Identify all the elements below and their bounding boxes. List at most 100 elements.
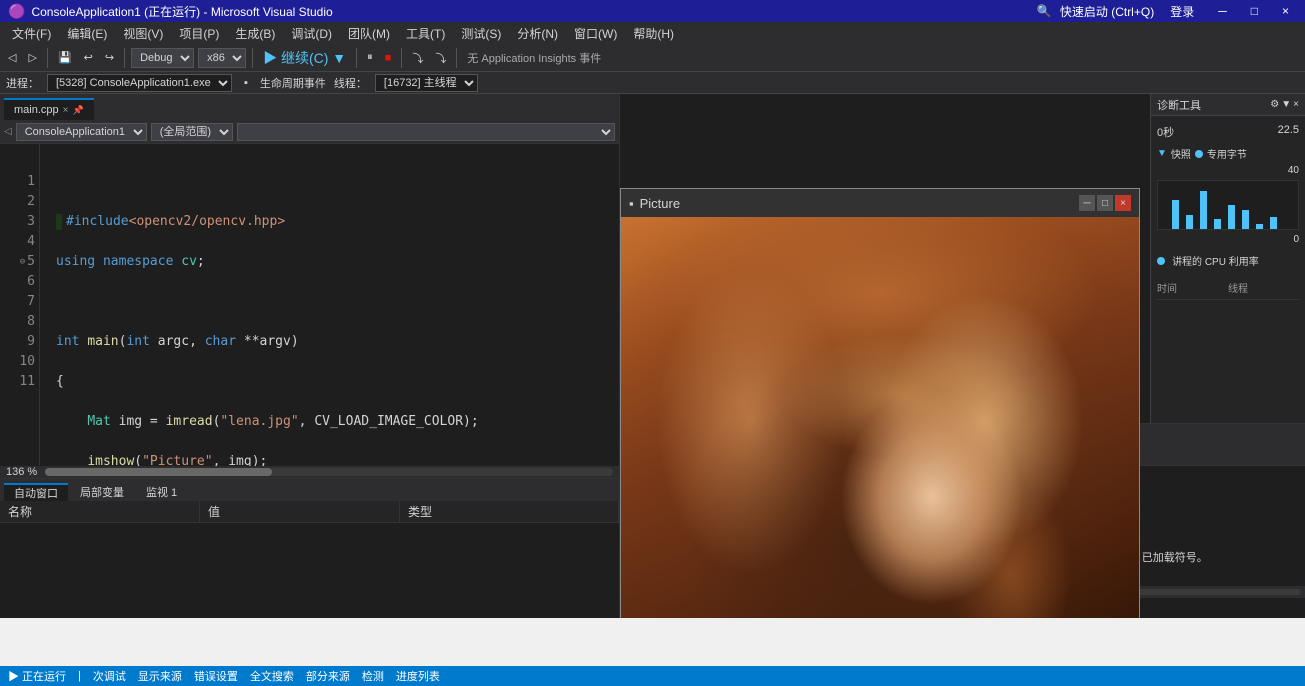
maximize-button[interactable]: □ [1243,2,1266,20]
picture-maximize-btn[interactable]: □ [1097,195,1113,211]
menu-analyze[interactable]: 分析(N) [509,23,566,44]
status-item-6[interactable]: 检测 [362,668,384,684]
diag-option1-label[interactable]: 快照 [1171,146,1191,161]
project-select[interactable]: ConsoleApplication1 [16,123,147,141]
menu-build[interactable]: 生成(B) [227,23,283,44]
diag-collapse-icon[interactable]: ▼ [1281,99,1291,110]
process-bar: 进程： [5328] ConsoleApplication1.exe ▪ 生命周… [0,72,1305,94]
tab-label: main.cpp [14,104,59,116]
pause-btn[interactable]: ⏸ [363,49,377,66]
code-h-scrollbar[interactable]: 136 % [0,466,619,478]
status-item-7[interactable]: 进度列表 [396,668,440,684]
auto-window-panel: 自动窗口 局部变量 监视 1 名称 值 类型 [0,478,619,618]
diag-chart-zero: 0 [1293,234,1299,245]
thread-label: 线程： [334,75,367,91]
process-select[interactable]: [5328] ConsoleApplication1.exe [47,74,232,92]
toolbar-redo-btn[interactable]: ↪ [101,49,118,66]
function-select[interactable] [237,123,615,141]
picture-window: ▪ Picture ─ □ × [620,188,1140,618]
lena-image [621,217,1139,618]
menu-edit[interactable]: 编辑(E) [59,23,115,44]
quick-launch-icon: 🔍 [1037,4,1052,18]
menu-team[interactable]: 团队(M) [340,23,398,44]
code-editor[interactable]: #include<opencv2/opencv.hpp> using names… [40,144,619,466]
diag-close-icon[interactable]: × [1293,99,1299,110]
thread-select[interactable]: [16732] 主线程 [375,74,478,92]
watch1-tab-label: 监视 1 [146,484,177,500]
menu-tools[interactable]: 工具(T) [398,23,453,44]
diag-time-row: 0秒 22.5 [1157,122,1299,142]
toolbar-undo-btn[interactable]: ↩ [80,49,97,66]
step-into-btn[interactable]: ⤵ [431,48,450,68]
diag-settings-icon[interactable]: ⚙ [1270,99,1279,110]
diag-dropdown-icon[interactable]: ▼ [1157,148,1167,159]
step-over-btn[interactable]: ⤵ [408,48,427,68]
tab-close-icon[interactable]: × [63,105,69,116]
menu-view[interactable]: 视图(V) [115,23,171,44]
diagnostics-panel: 诊断工具 ⚙ ▼ × 0秒 22.5 ▼ 快照 专用字节 40 [1150,94,1305,464]
toolbar-back-btn[interactable]: ◁ [4,49,20,66]
picture-minimize-btn[interactable]: ─ [1079,195,1095,211]
picture-window-icon: ▪ [629,196,634,211]
line-numbers: 1 2 3 4 ⊖5 6 7 8 9 10 11 [0,144,40,466]
title-left: 🟣 ConsoleApplication1 (正在运行) - Microsoft… [8,3,333,20]
continue-button[interactable]: ▶ 继续(C) ▼ [259,46,350,70]
status-item-4[interactable]: 全文搜索 [250,668,294,684]
status-item-2[interactable]: 显示来源 [138,668,182,684]
menu-bar: 文件(F) 编辑(E) 视图(V) 项目(P) 生成(B) 调试(D) 团队(M… [0,22,1305,44]
login-button[interactable]: 登录 [1162,1,1202,22]
auto-col-type: 类型 [400,501,619,522]
auto-table-header: 名称 值 类型 [0,501,619,523]
toolbar-sep2 [124,48,125,68]
lifecycle-text[interactable]: 生命周期事件 [260,75,326,91]
lifecycle-label: ▪ [240,77,252,89]
locals-tab[interactable]: 局部变量 [70,483,134,501]
menu-window[interactable]: 窗口(W) [566,23,625,44]
picture-window-title: Picture [640,196,680,211]
picture-close-btn[interactable]: × [1115,195,1131,211]
scope-select[interactable]: (全局范围) [151,123,233,141]
title-bar: 🟣 ConsoleApplication1 (正在运行) - Microsoft… [0,0,1305,22]
diag-option2-label[interactable]: 专用字节 [1207,146,1247,161]
menu-file[interactable]: 文件(F) [4,23,59,44]
stop-btn[interactable]: ■ [381,50,396,66]
status-sep1: | [78,670,81,682]
minimize-button[interactable]: ─ [1210,2,1235,20]
diag-time-value: 22.5 [1278,124,1299,140]
config-select[interactable]: Debug [131,48,194,68]
cpu-dot [1157,257,1165,265]
file-icon: ◁ [4,126,12,137]
toolbar-forward-btn[interactable]: ▷ [24,49,40,66]
watch1-tab[interactable]: 监视 1 [136,483,187,501]
file-selector-bar: ◁ ConsoleApplication1 (全局范围) [0,120,619,144]
toolbar-sep5 [401,48,402,68]
toolbar-sep4 [356,48,357,68]
auto-col-value: 值 [200,501,400,522]
toolbar-save-btn[interactable]: 💾 [54,49,76,66]
diag-dot-blue [1195,150,1203,158]
zoom-level[interactable]: 136 % [2,466,41,478]
picture-titlebar[interactable]: ▪ Picture ─ □ × [621,189,1139,217]
menu-debug[interactable]: 调试(D) [283,23,340,44]
tab-pin-icon[interactable]: 📌 [72,105,83,116]
menu-help[interactable]: 帮助(H) [625,23,682,44]
platform-select[interactable]: x86 [198,48,246,68]
menu-project[interactable]: 项目(P) [171,23,227,44]
close-button[interactable]: × [1274,2,1297,20]
diag-cpu-label: 讲程的 CPU 利用率 [1172,257,1259,268]
diag-options-row: ▼ 快照 专用字节 [1157,142,1299,165]
diag-bar-max: 40 [1288,165,1299,176]
collapse-marker[interactable]: ⊖ [20,252,25,272]
status-item-5[interactable]: 部分来源 [306,668,350,684]
status-debug: ▶ 正在运行 [8,668,66,684]
toolbar-sep6 [456,48,457,68]
diag-title: 诊断工具 [1157,97,1201,113]
menu-test[interactable]: 测试(S) [453,23,509,44]
auto-tab-label: 自动窗口 [14,485,58,501]
auto-window-tab[interactable]: 自动窗口 [4,483,68,501]
main-cpp-tab[interactable]: main.cpp × 📌 [4,98,94,120]
diag-chart [1157,180,1299,230]
status-item-3[interactable]: 错误设置 [194,668,238,684]
process-label: 进程： [6,75,39,91]
status-item-1[interactable]: 次调试 [93,668,126,684]
